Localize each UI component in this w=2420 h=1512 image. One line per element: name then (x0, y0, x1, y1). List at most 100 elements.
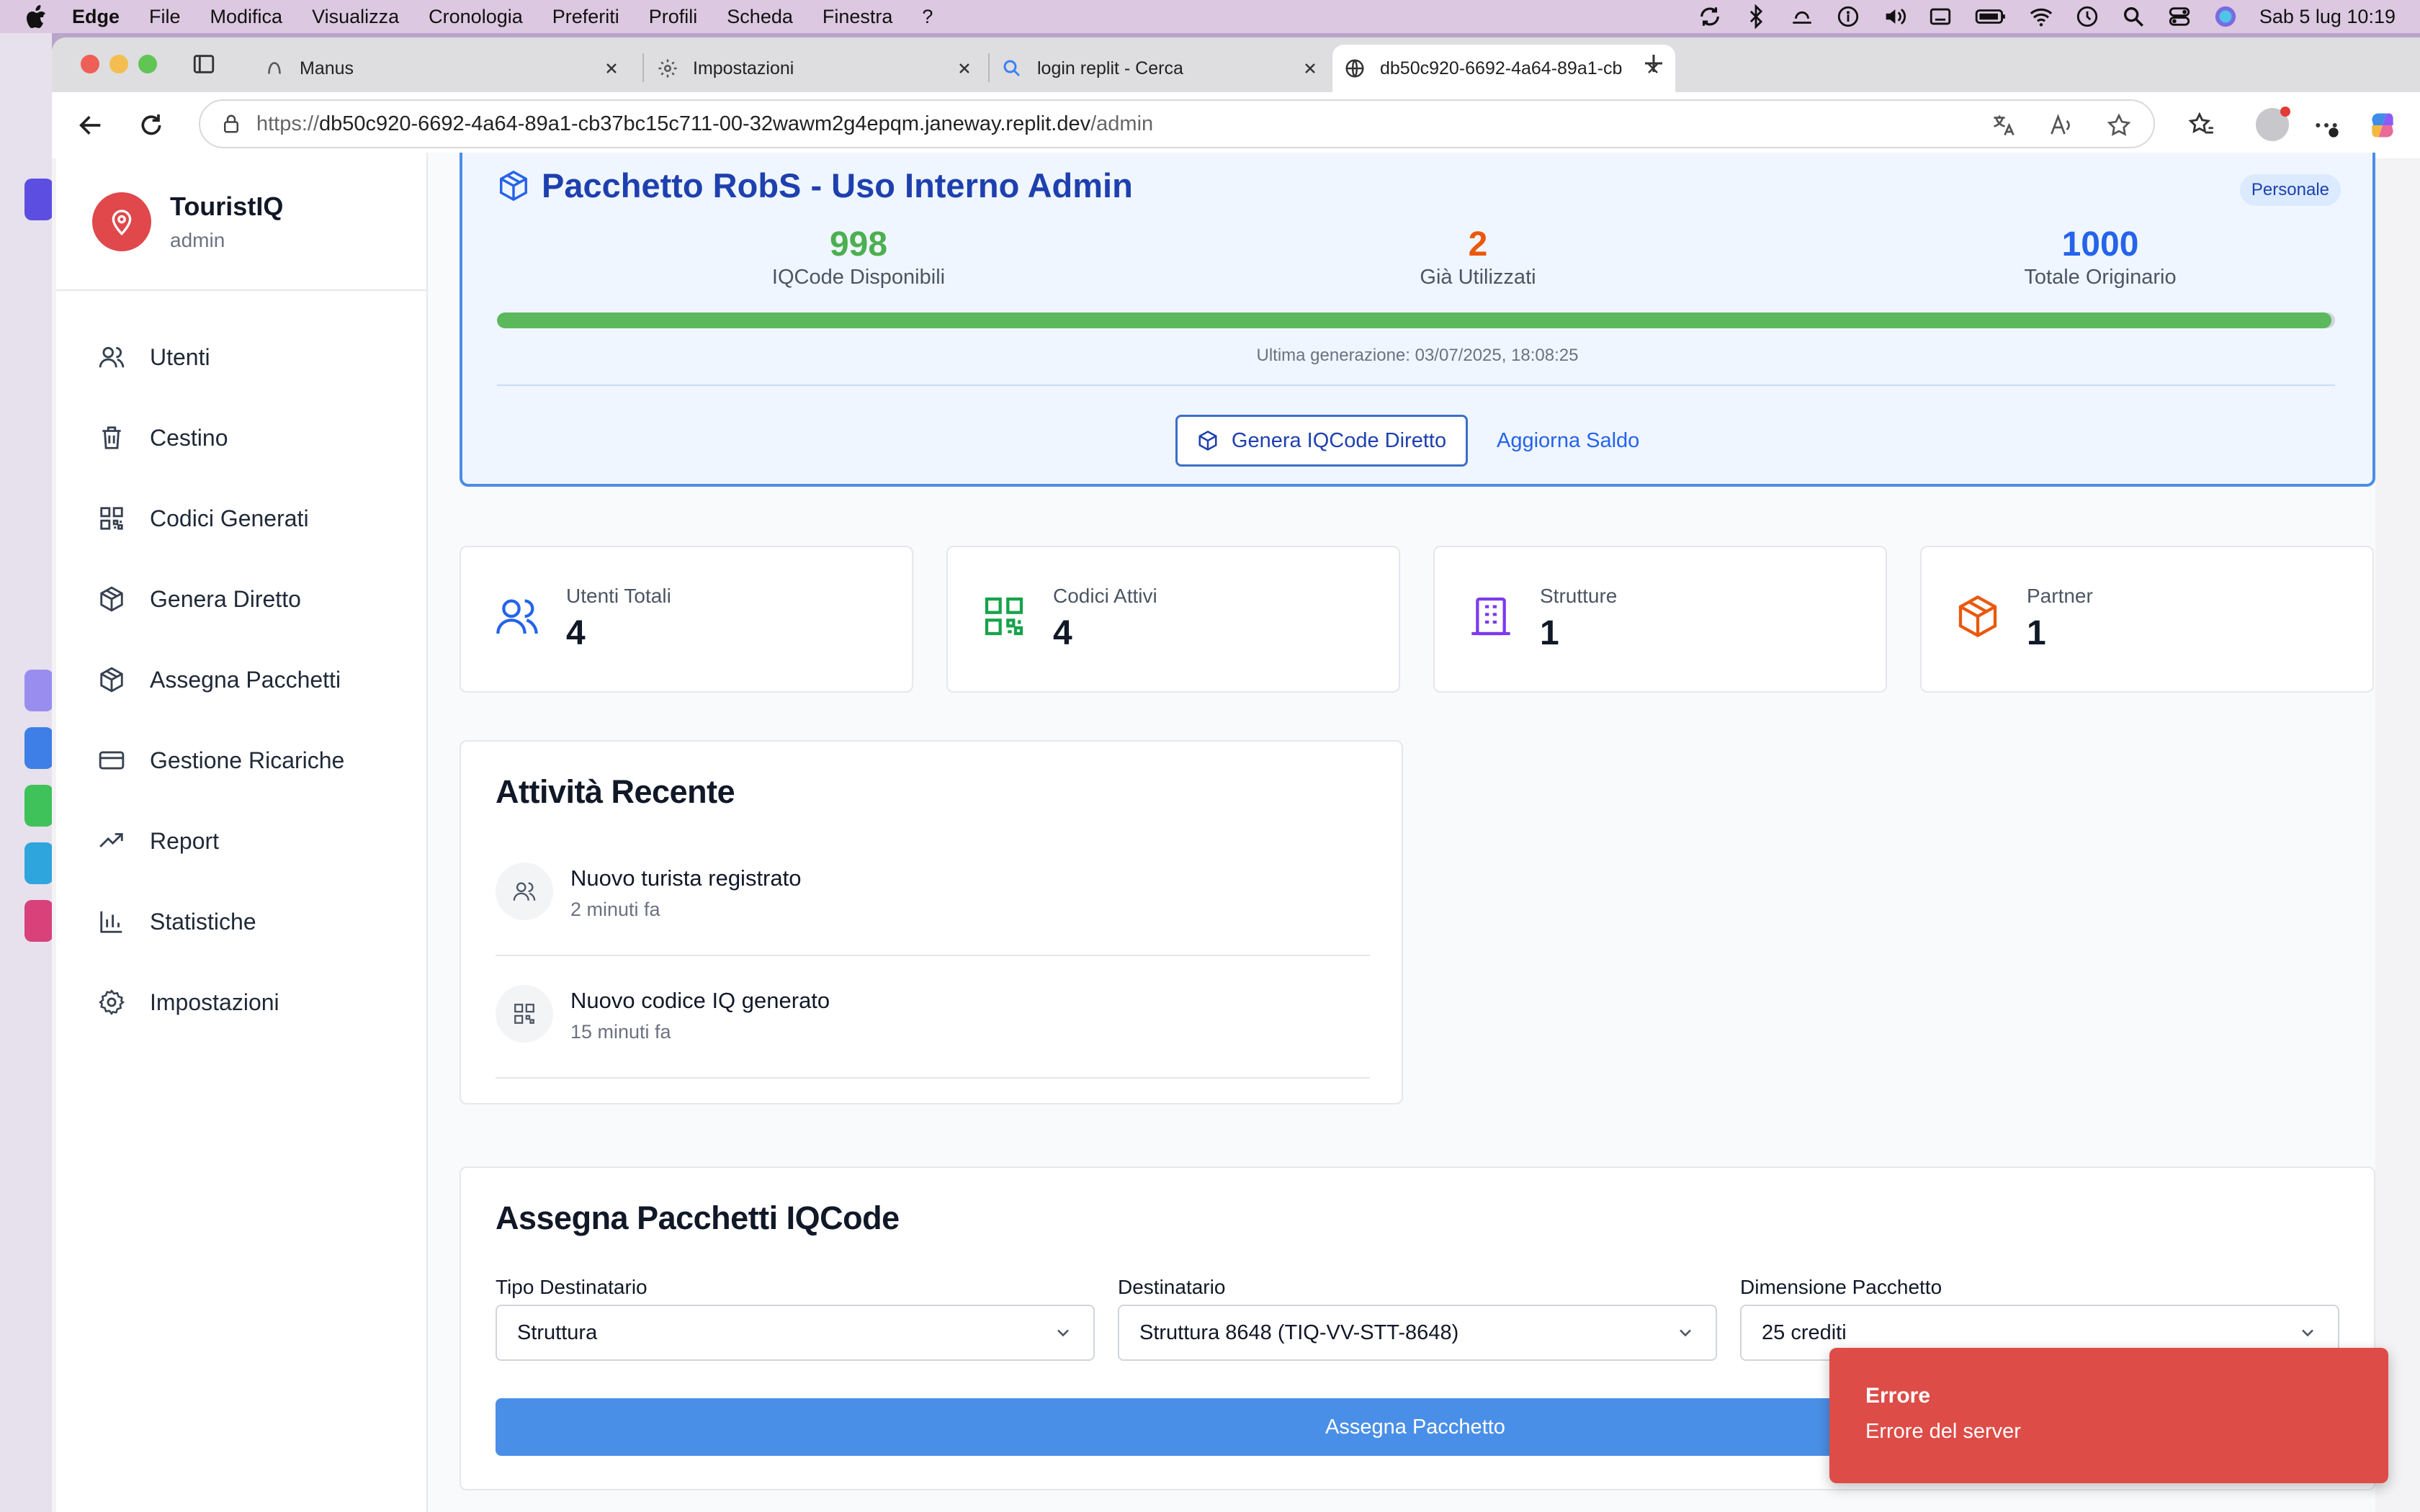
tab-search[interactable]: login replit - Cerca (990, 45, 1332, 92)
sidebar-item-statistiche[interactable]: Statistiche (98, 900, 256, 943)
url-text[interactable]: https://db50c920-6692-4a64-89a1-cb37bc15… (256, 112, 1153, 136)
error-toast[interactable]: Errore Errore del server (1829, 1348, 2388, 1483)
menu-modifica[interactable]: Modifica (210, 6, 283, 28)
wifi-icon[interactable] (2029, 4, 2053, 29)
close-tab-icon[interactable] (601, 58, 622, 79)
sidebar-item-label: Report (150, 827, 220, 854)
reload-icon[interactable] (134, 108, 169, 143)
stat-label: Utenti Totali (566, 585, 671, 607)
app-shortcut-icon[interactable] (24, 179, 53, 220)
package-icon (98, 666, 125, 693)
tab-label: login replit - Cerca (1037, 58, 1183, 78)
globe-icon (1344, 58, 1366, 79)
menu-profili[interactable]: Profili (649, 6, 698, 28)
control-center-icon[interactable] (2167, 4, 2192, 29)
lock-icon[interactable] (220, 113, 242, 135)
notification-dot (2280, 107, 2290, 117)
sidebar-item-cestino[interactable]: Cestino (98, 416, 228, 459)
sidebar-item-report[interactable]: Report (98, 819, 219, 863)
app-shortcut-icon[interactable] (24, 900, 53, 942)
recipient-select[interactable]: Struttura 8648 (TIQ-VV-STT-8648) (1118, 1305, 1717, 1361)
read-aloud-icon[interactable] (2048, 112, 2074, 138)
sync-icon[interactable] (1698, 4, 1722, 29)
keyboard-icon[interactable] (1928, 4, 1953, 29)
usage-progress-bar (497, 312, 2335, 328)
app-shortcut-icon[interactable] (24, 785, 53, 827)
menubar-clock[interactable]: Sab 5 lug 10:19 (2259, 6, 2396, 28)
maximize-window-icon[interactable] (138, 55, 157, 73)
sidebar-item-gestione-ricariche[interactable]: Gestione Ricariche (98, 739, 344, 782)
sidebar-item-label: Impostazioni (150, 989, 279, 1015)
tab-label: db50c920-6692-4a64-89a1-cb (1380, 58, 1623, 78)
stat-label: Partner (2027, 585, 2093, 607)
spotlight-search-icon[interactable] (2121, 4, 2146, 29)
package-size-label: Dimensione Pacchetto (1740, 1276, 1942, 1298)
menu-cronologia[interactable]: Cronologia (429, 6, 523, 28)
qr-code-icon (981, 593, 1027, 639)
tab-impostazioni[interactable]: Impostazioni (645, 45, 987, 92)
gear-icon (657, 58, 678, 79)
close-tab-icon[interactable] (1299, 58, 1321, 79)
sidebar-item-assegna-pacchetti[interactable]: Assegna Pacchetti (98, 658, 341, 701)
generate-direct-button[interactable]: Genera IQCode Diretto (1175, 415, 1468, 467)
menu-app-name[interactable]: Edge (72, 6, 120, 28)
package-icon (497, 169, 542, 202)
back-icon[interactable] (73, 108, 108, 143)
menu-preferiti[interactable]: Preferiti (552, 6, 619, 28)
sidebar-item-codici-generati[interactable]: Codici Generati (98, 497, 309, 540)
menu-finestra[interactable]: Finestra (823, 6, 893, 28)
accessibility-icon[interactable] (1836, 4, 1860, 29)
stat-total: 1000 Totale Originario (1942, 225, 2259, 289)
stat-used: 2 Già Utilizzati (1319, 225, 1636, 289)
stat-value: 1 (2027, 614, 2046, 652)
weather-icon[interactable] (1790, 4, 1814, 29)
sidebar-item-impostazioni[interactable]: Impostazioni (98, 981, 279, 1024)
sidebar-item-label: Genera Diretto (150, 585, 301, 612)
more-options-icon[interactable] (2312, 111, 2341, 140)
menu-visualizza[interactable]: Visualizza (312, 6, 399, 28)
main-panel: Pacchetto RobS - Uso Interno Admin Perso… (428, 153, 2375, 1512)
tab-manus[interactable]: Manus (252, 45, 634, 92)
siri-icon[interactable] (2213, 4, 2238, 29)
recipient-type-select[interactable]: Struttura (496, 1305, 1095, 1361)
favorites-list-icon[interactable] (2188, 111, 2215, 138)
activity-title-text: Nuovo codice IQ generato (570, 988, 830, 1013)
menu-scheda[interactable]: Scheda (727, 6, 793, 28)
settings-icon (98, 989, 125, 1016)
tab-admin-active[interactable]: db50c920-6692-4a64-89a1-cb (1332, 45, 1675, 92)
package-icon (1197, 430, 1232, 451)
menu-help[interactable]: ? (922, 6, 933, 28)
copilot-icon[interactable] (2367, 109, 2398, 141)
bluetooth-icon[interactable] (1744, 4, 1768, 29)
package-icon (1955, 593, 2001, 639)
sidebar-item-utenti[interactable]: Utenti (98, 336, 210, 379)
sidebar-item-label: Assegna Pacchetti (150, 666, 341, 693)
close-tab-icon[interactable] (954, 58, 975, 79)
stat-label: Strutture (1540, 585, 1618, 607)
recipient-value: Struttura 8648 (TIQ-VV-STT-8648) (1139, 1320, 1459, 1344)
tab-actions-icon[interactable] (192, 52, 216, 76)
time-machine-icon[interactable] (2075, 4, 2099, 29)
sidebar-item-genera-diretto[interactable]: Genera Diretto (98, 577, 301, 621)
favorite-star-icon[interactable] (2106, 112, 2132, 138)
translate-icon[interactable] (1991, 112, 2017, 138)
app-shortcut-icon[interactable] (24, 842, 53, 884)
menu-file[interactable]: File (149, 6, 181, 28)
package-divider (497, 384, 2335, 386)
activity-item: Nuovo codice IQ generato 15 minuti fa (496, 956, 1370, 1079)
profile-avatar-icon[interactable] (2256, 107, 2290, 141)
brand: TouristIQ admin (92, 192, 283, 252)
volume-icon[interactable] (1882, 4, 1906, 29)
minimize-window-icon[interactable] (109, 55, 128, 73)
app-shortcut-icon[interactable] (24, 727, 53, 769)
address-bar[interactable]: https://db50c920-6692-4a64-89a1-cb37bc15… (199, 99, 2155, 148)
sidebar-item-label: Gestione Ricariche (150, 747, 345, 773)
battery-icon[interactable] (1974, 4, 2007, 29)
new-tab-icon[interactable] (1641, 50, 1667, 76)
close-window-icon[interactable] (81, 55, 99, 73)
app-shortcut-icon[interactable] (24, 670, 53, 711)
trash-icon (98, 424, 125, 451)
refresh-balance-link[interactable]: Aggiorna Saldo (1497, 429, 1639, 453)
apple-icon[interactable] (26, 4, 50, 29)
stat-label: Codici Attivi (1053, 585, 1157, 607)
